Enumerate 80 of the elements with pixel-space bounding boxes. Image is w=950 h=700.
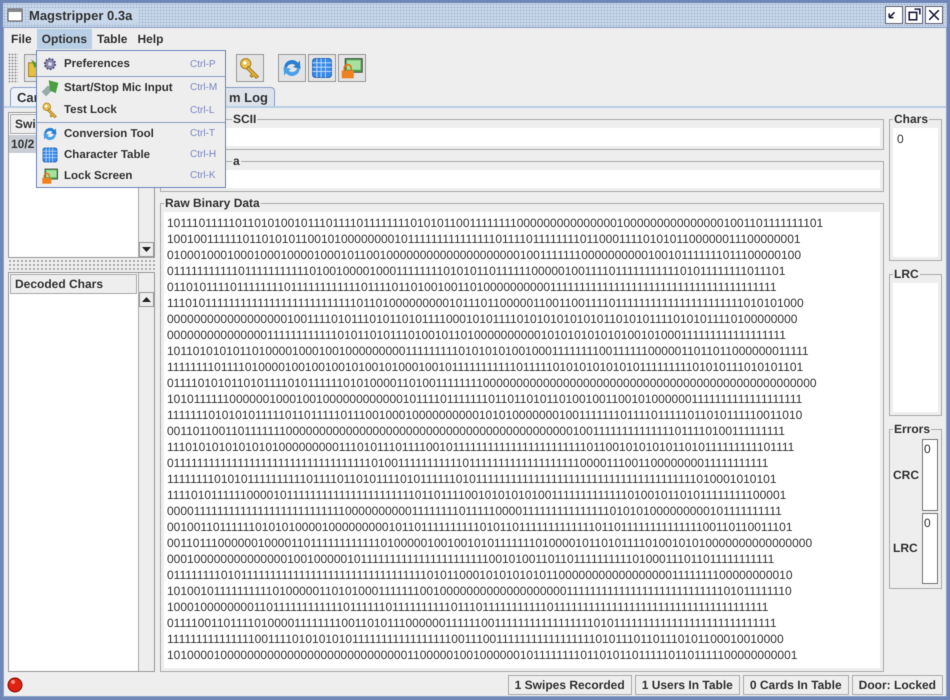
- menu-item[interactable]: Table: [92, 29, 132, 49]
- panel-title: Errors: [893, 422, 932, 436]
- binary-line: 1111111101111010000100100100101001010001001011111111111011111010101010101011111111101010111010101101: [167, 359, 804, 375]
- panel-title: LRC: [893, 267, 920, 281]
- panel-title: Raw Binary Data: [164, 196, 261, 210]
- menu-item[interactable]: Preferences Ctrl-P: [37, 52, 225, 77]
- window-icon: [7, 8, 23, 22]
- binary-line: 0111111111111111111111111111111111101001111111111101111111111111111111000011100110000000011111111111: [167, 455, 768, 471]
- value-field[interactable]: 0: [922, 439, 938, 510]
- binary-line: 1111111101010111111111101111011010111101011111101011111111111111111111111111111111111111010001010101: [167, 471, 776, 487]
- lock-screen-icon: [41, 166, 59, 184]
- toolbar-button[interactable]: [338, 54, 366, 82]
- shortcut-text: Ctrl-K: [190, 170, 217, 181]
- scroll-up-button[interactable]: [139, 292, 154, 307]
- toolbar-grip[interactable]: [8, 53, 18, 83]
- menu-item[interactable]: Conversion Tool Ctrl-T: [37, 123, 225, 144]
- gear-icon: [41, 55, 59, 73]
- status-cell: 1 Swipes Recorded: [508, 675, 632, 695]
- status-cell: 1 Users In Table: [634, 675, 740, 695]
- shortcut-text: Ctrl-P: [190, 58, 217, 70]
- binary-line: 0001000000000000001001000001011111111111111111111110010100110110111111111101000111011011111111111: [167, 551, 774, 567]
- binary-line: 1111111010101011111011011111011100100010000000000101010000000100111111101111011111011010111110011010: [167, 407, 802, 423]
- panel-title: SCII: [232, 112, 258, 126]
- binary-line: 0000000000000001111111111110101101011101001011010000000000101010101010100101000111111111111111111: [167, 327, 786, 343]
- value-text: 0: [897, 132, 904, 146]
- binary-line: 0111111110101111111111111111111111111111111101011000101010101011000000000000000001111111100000000010: [167, 567, 793, 583]
- menu-item[interactable]: Options: [36, 29, 92, 49]
- toolbar-button[interactable]: [308, 54, 336, 82]
- shortcut-text: Ctrl-M: [190, 82, 218, 93]
- menu-item[interactable]: Lock Screen Ctrl-K: [37, 165, 225, 186]
- binary-line: 1110101010101010100000000011101011101111001011111111111111111111111011001010101011010111111111101111: [167, 439, 794, 455]
- binary-line: 0011011001101111111000000000000000000000000000000000000000000010011111111111111011110100111111111: [167, 423, 785, 439]
- value-field[interactable]: 0: [922, 512, 938, 584]
- grid-icon: [41, 146, 59, 164]
- panel-title: a: [232, 154, 241, 168]
- menu-item[interactable]: Character Table Ctrl-H: [37, 144, 225, 165]
- status-cell: 0 Cards In Table: [742, 675, 849, 695]
- binary-line: 1010010111111111101000001101010001111111001000000000000000000011111111111111111111111111101011111110: [167, 583, 792, 599]
- key-icon: [41, 101, 59, 119]
- shortcut-text: Ctrl-H: [190, 149, 218, 160]
- binary-line: 1111111111111110011110101010101111111111111111100111001111111111111111101011101101110101100010010000: [167, 631, 784, 647]
- field-label: CRC: [893, 468, 919, 482]
- binary-line: 0111100110111101000011111111001101011100000011111100111111111111111110101111111111111111111111111111: [167, 615, 776, 631]
- binary-line: 0111101010110101111010111111010100001101001111111100000000000000000000000000000000000000000000000000: [167, 375, 817, 391]
- menu-item[interactable]: Test Lock Ctrl-L: [37, 98, 225, 123]
- scroll-down-button[interactable]: [139, 242, 154, 257]
- status-light-icon: [7, 677, 23, 693]
- lock-screen-icon: [340, 56, 364, 80]
- binary-line: 1010111111000000100010010000000000001011110111111101101101011010010011001010000001111111111111111111: [167, 391, 802, 407]
- binary-line: 0000000000000000001001111010111010110101111000101011110101010101010110101011110101011110100000000: [167, 311, 798, 327]
- binary-line: 1001001111110110101011001010000000010111111111111111011110111111110110001111010101100000011100000001: [167, 231, 801, 247]
- field-label: LRC: [893, 541, 919, 556]
- grid-icon: [310, 56, 334, 80]
- panel-title: Chars: [893, 112, 930, 126]
- status-cell: Door: Locked: [852, 675, 943, 695]
- minimize-icon[interactable]: [885, 6, 903, 24]
- down-arrow-icon: [142, 247, 151, 252]
- shortcut-text: Ctrl-L: [190, 104, 216, 116]
- binary-line: 1010000100000000000000000000000000001100000100100000010111111110110101101111101101111100000000001: [167, 647, 798, 663]
- window-title: Magstripper 0.3a: [29, 8, 138, 22]
- binary-line: 1011101111101101010010111011110111111110101011001111111100000000000000010000000000000001001101111111101: [167, 215, 824, 231]
- up-arrow-icon: [142, 297, 151, 302]
- binary-line: 0110101111011111111011111111111101111011010010011010000000000111111111111111111111111111111111111111: [167, 279, 776, 295]
- close-icon[interactable]: [925, 6, 943, 24]
- binary-line: 1111010111111000010111111111111111111111101101111001010101010011111111111110100101101011111111100001: [167, 487, 786, 503]
- toolbar-button[interactable]: [278, 54, 306, 82]
- binary-line: 0011011100000010000110111111111111010000010010010101111111010000101101011110100101010000000000000000: [167, 535, 812, 551]
- binary-line: 1011010101011010000100010010000000001111111110101010100100011111111001111110000011011011000000011111: [167, 343, 809, 359]
- binary-line: 0111111111110111111111110100100001000111111110101011011111100000100111101111111111101011111111011101: [167, 263, 786, 279]
- binary-line: 0000111111111111111111111111110000000000111111110111110000111111111111111010101000000000101111111111: [167, 503, 782, 519]
- binary-line: 0100010001000100010000100010110010000000000000000000010011111110000000000100101111111011100000100: [167, 247, 802, 263]
- key-icon: [238, 56, 262, 80]
- binary-line: 1000100000000110111111111111011111101111111111011101111111111101111111111111111111111111111111111111: [167, 599, 768, 615]
- binary-line: 1110101111111111111111111111111101101000000000101110110000011001100111101111111111111111111111010101000: [167, 295, 804, 311]
- shortcut-text: Ctrl-T: [190, 128, 216, 139]
- menu-item[interactable]: Help: [132, 29, 168, 49]
- menu-item[interactable]: File: [6, 29, 37, 49]
- binary-line: 0010011011111101010100001000000000101101111111111010110111111111111101101111111111111100110110011101: [167, 519, 793, 535]
- column-header[interactable]: Decoded Chars: [10, 274, 137, 294]
- maximize-icon[interactable]: [905, 6, 923, 24]
